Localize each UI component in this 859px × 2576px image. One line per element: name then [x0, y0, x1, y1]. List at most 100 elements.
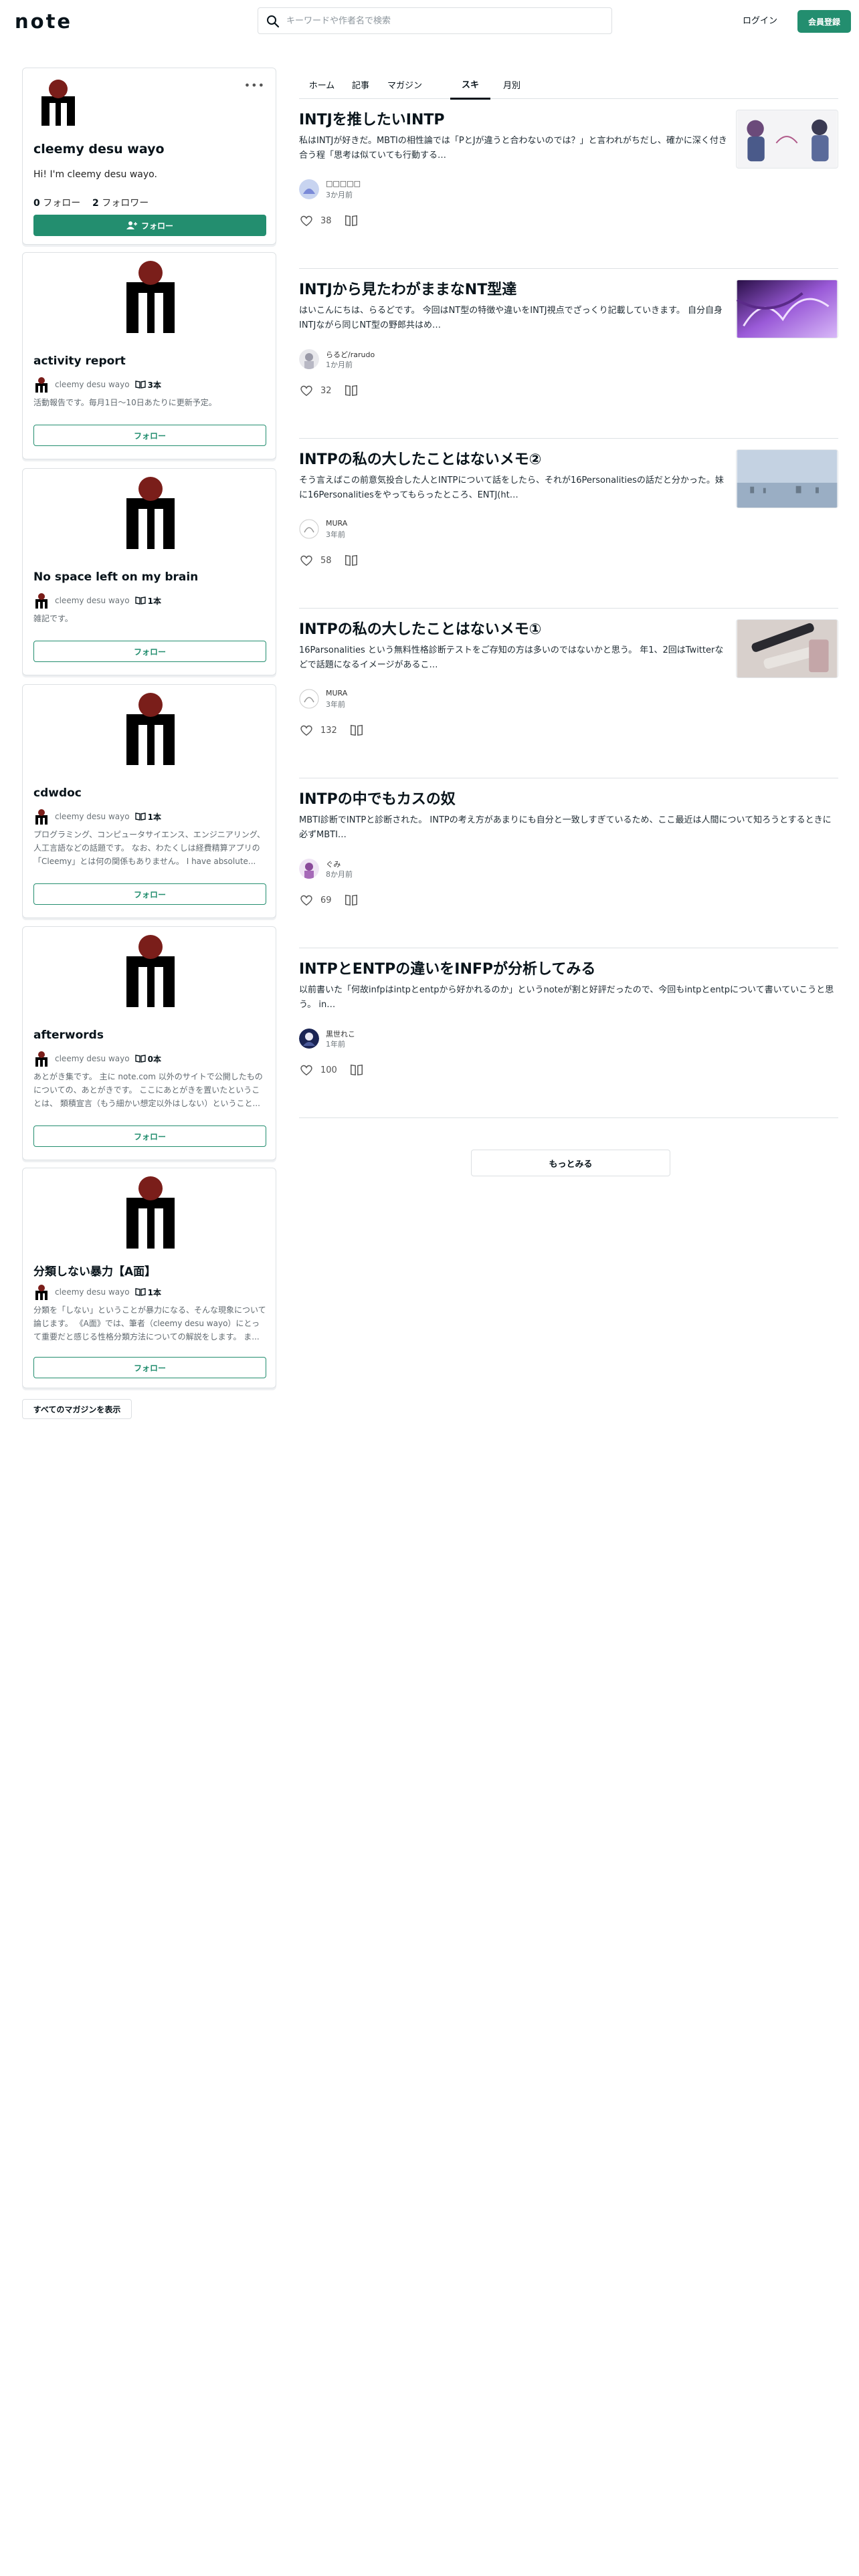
- article-title[interactable]: INTPの中でもカスの奴: [299, 789, 727, 811]
- article-thumbnail[interactable]: [736, 449, 838, 508]
- login-link[interactable]: ログイン: [733, 13, 787, 26]
- magazine-follow-button[interactable]: フォロー: [33, 641, 266, 662]
- book-icon: [134, 1055, 146, 1063]
- author-avatar[interactable]: [299, 689, 319, 709]
- tab-articles[interactable]: 記事: [345, 70, 377, 99]
- article-title[interactable]: INTJから見たわがままなNT型達: [299, 280, 727, 301]
- magazine-author[interactable]: cleemy desu wayo: [55, 812, 130, 821]
- signup-button[interactable]: 会員登録: [797, 10, 851, 33]
- magazine-meta: cleemy desu wayo 1本: [33, 1284, 161, 1300]
- like-count[interactable]: 38: [320, 216, 332, 226]
- article-thumbnail[interactable]: [736, 619, 838, 678]
- magazine-follow-button[interactable]: フォロー: [33, 1125, 266, 1147]
- author-avatar[interactable]: [299, 349, 319, 369]
- magazine-follow-button[interactable]: フォロー: [33, 1357, 266, 1378]
- article-item[interactable]: INTPとENTPの違いをINFPが分析してみる 以前書いた「何故infpはin…: [299, 948, 838, 1118]
- magazine-add-icon[interactable]: [349, 1063, 364, 1077]
- author-name[interactable]: 黒世れこ: [326, 1029, 355, 1039]
- magazine-follow-button[interactable]: フォロー: [33, 425, 266, 446]
- magazine-title[interactable]: activity report: [33, 354, 126, 368]
- search-icon: [267, 15, 280, 28]
- magazine-add-icon[interactable]: [344, 553, 359, 568]
- magazine-description: 雑記です。: [33, 614, 73, 623]
- article-thumbnail[interactable]: [736, 110, 838, 169]
- tab-home[interactable]: ホーム: [304, 70, 339, 99]
- magazine-author[interactable]: cleemy desu wayo: [55, 380, 130, 389]
- article-excerpt[interactable]: 私はINTJが好きだ。MBTIの相性論では「PとJが違うと合わないのでは？」と言…: [299, 134, 727, 163]
- author-name[interactable]: ぐみ: [326, 859, 341, 869]
- author-name[interactable]: □□□□□: [326, 179, 361, 188]
- article-item[interactable]: INTPの私の大したことはないメモ② そう言えばこの前意気投合した人とINTPに…: [299, 439, 838, 609]
- heart-icon[interactable]: [299, 213, 314, 228]
- follower-count[interactable]: 2: [92, 198, 99, 209]
- article-excerpt[interactable]: 16Parsonalities という無料性格診断テストをご存知の方は多いのでは…: [299, 643, 727, 673]
- magazine-author[interactable]: cleemy desu wayo: [55, 1287, 130, 1297]
- magazine-card[interactable]: activity report cleemy desu wayo 3本 活動報告…: [22, 252, 276, 459]
- article-item[interactable]: INTJを推したいINTP 私はINTJが好きだ。MBTIの相性論では「PとJが…: [299, 99, 838, 269]
- like-count[interactable]: 132: [320, 726, 337, 736]
- magazine-add-icon[interactable]: [344, 383, 359, 398]
- magazine-title[interactable]: 分類しない暴力【A面】: [33, 1262, 156, 1279]
- article-title[interactable]: INTJを推したいINTP: [299, 110, 727, 131]
- magazine-description: 活動報告です。毎月1日〜10日あたりに更新予定。: [33, 398, 217, 407]
- magazine-card[interactable]: afterwords cleemy desu wayo 0本 あとがき集です。 …: [22, 926, 276, 1160]
- like-count[interactable]: 32: [320, 386, 332, 396]
- avatar[interactable]: [36, 78, 80, 126]
- author-avatar[interactable]: [299, 1029, 319, 1049]
- magazine-card[interactable]: cdwdoc cleemy desu wayo 1本 プログラミング、コンピュー…: [22, 684, 276, 918]
- magazine-add-icon[interactable]: [344, 893, 359, 907]
- book-icon: [134, 1288, 146, 1296]
- article-excerpt[interactable]: MBTI診断でINTPと診断された。 INTPの考え方があまりにも自分と一致しす…: [299, 813, 838, 843]
- author-avatar[interactable]: [299, 519, 319, 539]
- author-avatar[interactable]: [299, 859, 319, 879]
- profile-name[interactable]: cleemy desu wayo: [33, 142, 165, 156]
- magazine-author[interactable]: cleemy desu wayo: [55, 596, 130, 605]
- tab-magazines[interactable]: マガジン: [382, 70, 427, 99]
- author-name[interactable]: MURA: [326, 519, 347, 528]
- magazine-author[interactable]: cleemy desu wayo: [55, 1054, 130, 1063]
- like-count[interactable]: 69: [320, 895, 332, 905]
- author-avatar[interactable]: [299, 179, 319, 199]
- magazine-title[interactable]: cdwdoc: [33, 786, 82, 800]
- magazine-title[interactable]: afterwords: [33, 1029, 104, 1042]
- heart-icon[interactable]: [299, 723, 314, 738]
- article-excerpt[interactable]: はいこんにちは、らるどです。 今回はNT型の特徴や違いをINTJ視点でざっくり記…: [299, 304, 727, 333]
- magazine-title[interactable]: No space left on my brain: [33, 570, 198, 584]
- magazine-card[interactable]: 分類しない暴力【A面】 cleemy desu wayo 1本 分類を「しない」…: [22, 1168, 276, 1388]
- all-magazines-button[interactable]: すべてのマガジンを表示: [22, 1399, 132, 1419]
- follower-label[interactable]: フォロワー: [102, 198, 149, 209]
- article-title[interactable]: INTPの私の大したことはないメモ①: [299, 619, 727, 641]
- magazine-add-icon[interactable]: [349, 723, 364, 738]
- like-count[interactable]: 58: [320, 556, 332, 566]
- follow-button[interactable]: フォロー: [33, 215, 266, 236]
- magazine-add-icon[interactable]: [344, 213, 359, 228]
- profile-tabs: ホーム 記事 マガジン スキ 月別: [299, 70, 838, 100]
- search-box[interactable]: [258, 7, 612, 34]
- article-item[interactable]: INTPの私の大したことはないメモ① 16Parsonalities という無料…: [299, 609, 838, 778]
- heart-icon[interactable]: [299, 553, 314, 568]
- article-title[interactable]: INTPの私の大したことはないメモ②: [299, 449, 727, 471]
- heart-icon[interactable]: [299, 383, 314, 398]
- note-logo[interactable]: note: [15, 12, 83, 31]
- avatar: [35, 1285, 47, 1300]
- like-count[interactable]: 100: [320, 1065, 337, 1075]
- article-thumbnail[interactable]: [736, 280, 838, 338]
- load-more-button[interactable]: もっとみる: [471, 1150, 670, 1176]
- magazine-card[interactable]: No space left on my brain cleemy desu wa…: [22, 468, 276, 675]
- article-excerpt[interactable]: そう言えばこの前意気投合した人とINTPについて話をしたら、それが16Perso…: [299, 473, 727, 503]
- article-item[interactable]: INTJから見たわがままなNT型達 はいこんにちは、らるどです。 今回はNT型の…: [299, 269, 838, 439]
- article-excerpt[interactable]: 以前書いた「何故infpはintpとentpから好かれるのか」というnoteが割…: [299, 983, 838, 1012]
- heart-icon[interactable]: [299, 893, 314, 907]
- author-name[interactable]: MURA: [326, 689, 347, 697]
- tab-likes[interactable]: スキ: [450, 70, 490, 100]
- heart-icon[interactable]: [299, 1063, 314, 1077]
- article-item[interactable]: INTPの中でもカスの奴 MBTI診断でINTPと診断された。 INTPの考え方…: [299, 778, 838, 948]
- follow-count[interactable]: 0: [33, 198, 40, 209]
- magazine-follow-button[interactable]: フォロー: [33, 883, 266, 905]
- author-name[interactable]: らるど/rarudo: [326, 349, 375, 360]
- search-input[interactable]: [286, 13, 601, 28]
- follow-label[interactable]: フォロー: [43, 198, 80, 209]
- article-title[interactable]: INTPとENTPの違いをINFPが分析してみる: [299, 959, 727, 980]
- tab-monthly[interactable]: 月別: [497, 70, 527, 99]
- more-dots-icon[interactable]: •••: [244, 79, 265, 92]
